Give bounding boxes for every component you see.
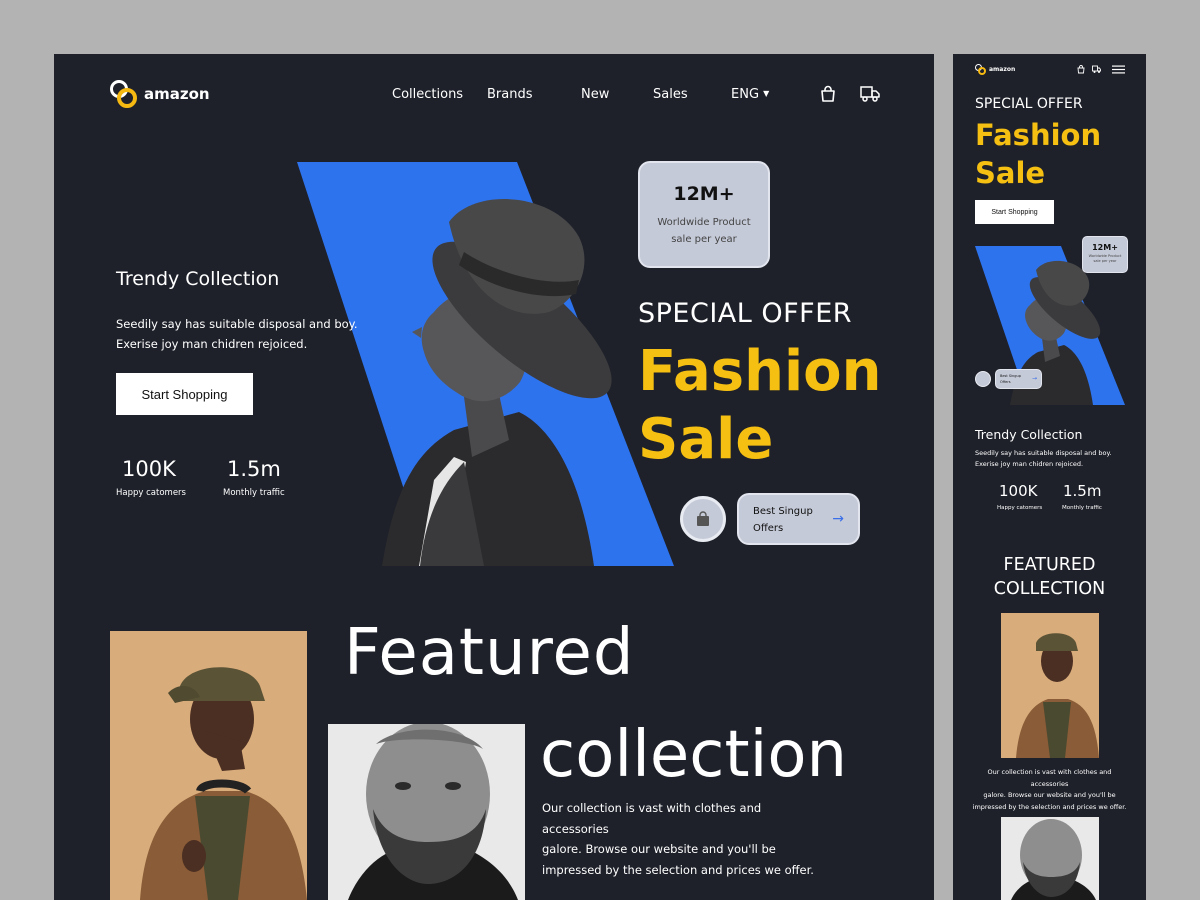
featured-image-brown-jacket bbox=[1001, 613, 1099, 758]
mobile-page: amazon SPECIAL OFFER Fashion Sale Start … bbox=[953, 54, 1146, 900]
logo-text: amazon bbox=[989, 66, 1016, 73]
hero-description: Seedily say has suitable disposal and bo… bbox=[116, 317, 358, 351]
logo-mark-icon bbox=[110, 80, 138, 108]
start-shopping-button[interactable]: Start Shopping bbox=[975, 200, 1054, 224]
featured-image-bearded-man bbox=[328, 724, 525, 900]
stat-customers-label: Happy catomers bbox=[116, 488, 186, 498]
product-sales-card: 12M+ Worldwide Product sale per year bbox=[1082, 236, 1128, 273]
nav-sales[interactable]: Sales bbox=[653, 87, 688, 102]
mobile-logo[interactable]: amazon bbox=[975, 64, 1015, 75]
logo[interactable]: amazon bbox=[110, 80, 210, 108]
featured-heading-word2: collection bbox=[540, 718, 848, 792]
start-shopping-button[interactable]: Start Shopping bbox=[116, 373, 253, 415]
logo-mark-icon bbox=[975, 64, 986, 75]
stat-traffic-value: 1.5m bbox=[227, 457, 281, 481]
special-offer-label: SPECIAL OFFER bbox=[975, 96, 1083, 112]
shopping-bag-icon[interactable] bbox=[1077, 65, 1085, 74]
product-sales-card: 12M+ Worldwide Product sale per year bbox=[638, 161, 770, 268]
nav-collections[interactable]: Collections bbox=[392, 87, 463, 102]
hero-model-image bbox=[297, 162, 674, 566]
stat-customers-label: Happy catomers bbox=[997, 505, 1043, 511]
arrow-right-icon: → bbox=[1031, 375, 1037, 382]
signup-offers-button[interactable]: Best Singup Offers → bbox=[995, 369, 1042, 389]
language-label: ENG bbox=[731, 87, 760, 102]
stat-customers-value: 100K bbox=[122, 457, 176, 481]
hamburger-menu-icon[interactable] bbox=[1112, 65, 1125, 74]
featured-collection-heading: FEATURED COLLECTION bbox=[993, 555, 1106, 599]
hero-description: Seedily say has suitable disposal and bo… bbox=[975, 449, 1112, 468]
trendy-collection-heading: Trendy Collection bbox=[975, 427, 1083, 442]
shopping-bag-icon[interactable] bbox=[820, 85, 836, 107]
trendy-collection-heading: Trendy Collection bbox=[116, 268, 280, 290]
desktop-page: amazon Collections Brands New Sales ENG … bbox=[54, 54, 934, 900]
stat-traffic-label: Monthly traffic bbox=[1062, 505, 1102, 511]
truck-icon[interactable] bbox=[860, 85, 880, 107]
nav-brands[interactable]: Brands bbox=[487, 87, 533, 102]
nav-new[interactable]: New bbox=[581, 87, 609, 102]
arrow-right-icon: → bbox=[832, 511, 844, 527]
featured-image-brown-jacket bbox=[110, 631, 307, 900]
featured-description: Our collection is vast with clothes and … bbox=[972, 768, 1127, 811]
featured-heading-word1: Featured bbox=[344, 616, 635, 690]
signup-offers-button[interactable]: Best Singup Offers → bbox=[737, 493, 860, 545]
shopping-bag-icon bbox=[697, 511, 709, 526]
language-select[interactable]: ENG ▼ bbox=[731, 87, 769, 102]
fashion-sale-heading: Fashion Sale bbox=[638, 339, 882, 472]
stat-traffic-value: 1.5m bbox=[1063, 482, 1102, 500]
caret-down-icon: ▼ bbox=[763, 89, 770, 98]
logo-text: amazon bbox=[144, 85, 210, 103]
stat-customers-value: 100K bbox=[999, 482, 1038, 500]
featured-description: Our collection is vast with clothes and … bbox=[542, 801, 814, 877]
bag-button[interactable] bbox=[975, 371, 991, 387]
fashion-sale-heading: Fashion Sale bbox=[975, 118, 1102, 190]
truck-icon[interactable] bbox=[1092, 65, 1101, 74]
featured-image-bearded-man bbox=[1001, 817, 1099, 900]
stat-traffic-label: Monthly traffic bbox=[223, 488, 285, 498]
bag-button[interactable] bbox=[680, 496, 726, 542]
special-offer-label: SPECIAL OFFER bbox=[638, 298, 853, 329]
